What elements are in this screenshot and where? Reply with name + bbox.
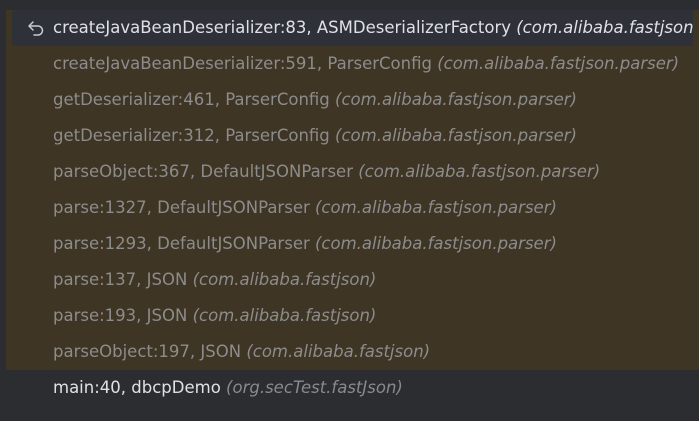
frame-package: (com.alibaba.fastjson.parser): [358, 162, 601, 181]
frame-package: (com.alibaba.fastjson.parser): [335, 90, 577, 109]
frame-package: (com.alibaba.fastjson.parser): [335, 126, 577, 145]
frame-package: (com.alibaba.fastjson.parser): [315, 234, 557, 253]
stack-frame[interactable]: main:40, dbcpDemo (org.secTest.fastJson): [0, 370, 693, 406]
frame-method: createJavaBeanDeserializer:591, ParserCo…: [53, 54, 432, 73]
frame-method: parse:193, JSON: [53, 306, 188, 325]
frame-method: getDeserializer:312, ParserConfig: [53, 126, 330, 145]
stack-frame[interactable]: parseObject:367, DefaultJSONParser (com.…: [0, 154, 693, 190]
return-arrow-icon: [28, 21, 44, 36]
frame-package: (com.alibaba.fastjson.parser.deserialize…: [516, 18, 693, 37]
stack-frame[interactable]: parse:1327, DefaultJSONParser (com.aliba…: [0, 190, 693, 226]
frame-method: createJavaBeanDeserializer:83, ASMDeseri…: [53, 18, 511, 37]
stack-frame-current[interactable]: createJavaBeanDeserializer:83, ASMDeseri…: [12, 10, 693, 46]
frame-method: parseObject:197, JSON: [53, 342, 242, 361]
frame-package: (com.alibaba.fastjson): [246, 342, 431, 361]
frame-package: (com.alibaba.fastjson): [192, 306, 377, 325]
frame-method: parseObject:367, DefaultJSONParser: [53, 162, 353, 181]
stack-frame[interactable]: getDeserializer:461, ParserConfig (com.a…: [0, 82, 693, 118]
stack-frame[interactable]: parse:1293, DefaultJSONParser (com.aliba…: [0, 226, 693, 262]
frame-method: parse:137, JSON: [53, 270, 188, 289]
frame-package: (com.alibaba.fastjson): [192, 270, 377, 289]
stack-frame[interactable]: createJavaBeanDeserializer:591, ParserCo…: [0, 46, 693, 82]
frame-package: (org.secTest.fastJson): [226, 378, 403, 397]
stack-frame[interactable]: getDeserializer:312, ParserConfig (com.a…: [0, 118, 693, 154]
stack-frame[interactable]: parseObject:197, JSON (com.alibaba.fastj…: [0, 334, 693, 370]
frame-method: getDeserializer:461, ParserConfig: [53, 90, 330, 109]
frame-method: main:40, dbcpDemo: [53, 378, 221, 397]
frame-method: parse:1293, DefaultJSONParser: [53, 234, 310, 253]
frame-method: parse:1327, DefaultJSONParser: [53, 198, 310, 217]
stack-frame[interactable]: parse:137, JSON (com.alibaba.fastjson): [0, 262, 693, 298]
stack-frame[interactable]: parse:193, JSON (com.alibaba.fastjson): [0, 298, 693, 334]
frame-package: (com.alibaba.fastjson.parser): [315, 198, 557, 217]
frames-panel: createJavaBeanDeserializer:83, ASMDeseri…: [0, 0, 699, 421]
frame-package: (com.alibaba.fastjson.parser): [437, 54, 680, 73]
